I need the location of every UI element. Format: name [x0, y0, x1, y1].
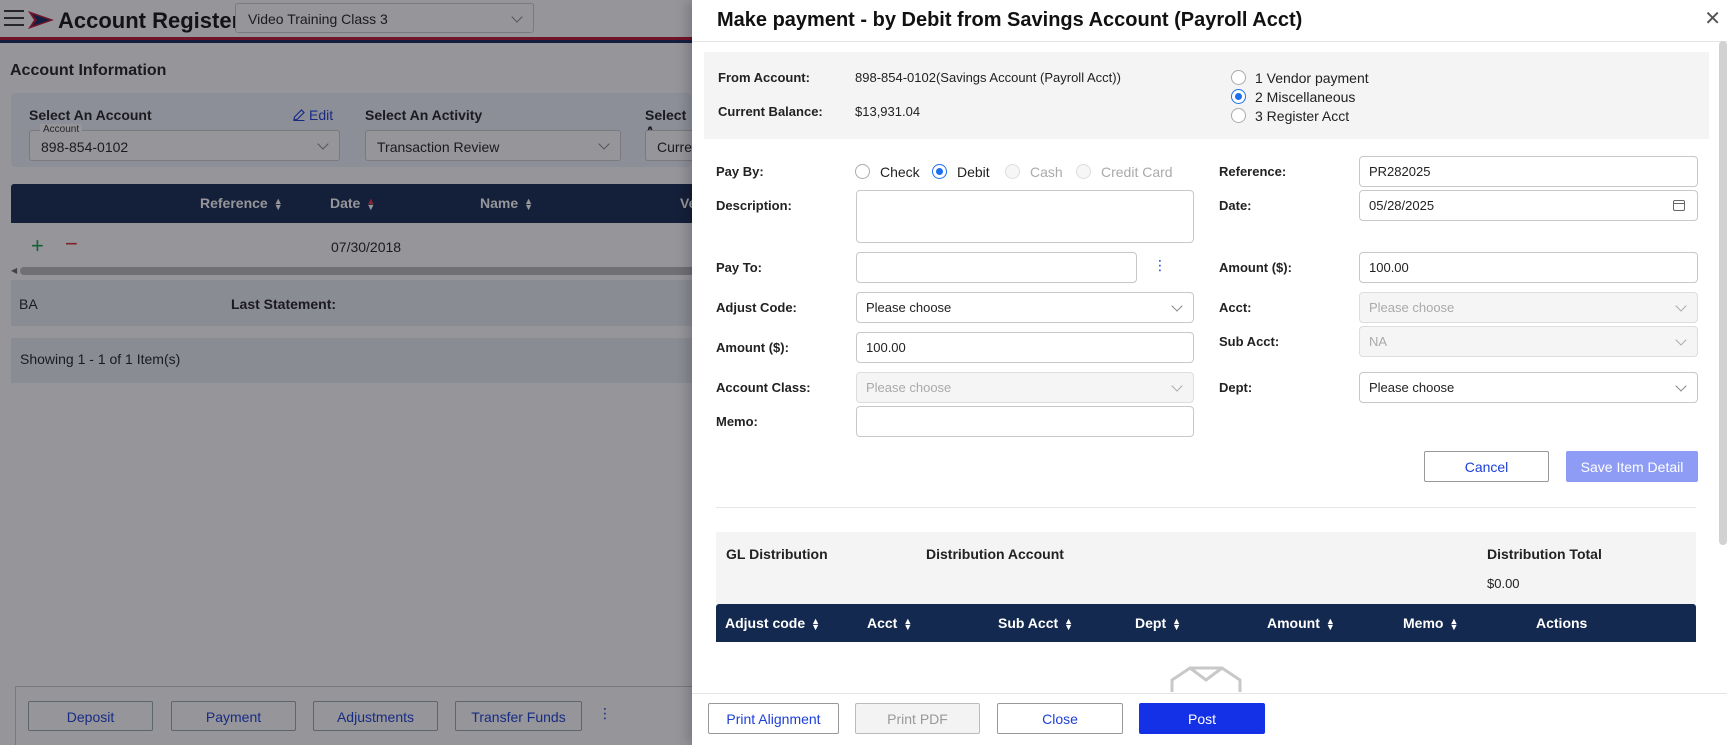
chevron-down-icon — [1171, 300, 1183, 312]
description-input[interactable] — [856, 190, 1194, 243]
chevron-down-icon — [1675, 380, 1687, 392]
pay-to-options-icon[interactable]: ⋮ — [1153, 257, 1167, 274]
gl-distribution-panel: GL Distribution Distribution Account Dis… — [716, 532, 1696, 604]
modal-title: Make payment - by Debit from Savings Acc… — [717, 9, 1303, 31]
amount-right-label: Amount ($): — [1219, 260, 1292, 275]
title-divider — [692, 41, 1727, 42]
empty-data-icon — [1170, 666, 1242, 692]
acct-select[interactable]: Please choose — [1359, 292, 1698, 323]
adjust-code-value: Please choose — [866, 300, 952, 315]
vendor-payment-radio[interactable] — [1231, 70, 1246, 85]
register-acct-radio[interactable] — [1231, 108, 1246, 123]
gl-distribution-label: GL Distribution — [726, 546, 828, 562]
reference-label: Reference: — [1219, 164, 1287, 179]
sort-icon: ▲ ▼ — [1449, 616, 1459, 633]
cancel-button[interactable]: Cancel — [1424, 451, 1549, 482]
gl-column-label: Dept — [1135, 615, 1167, 631]
gl-table-header: Adjust code ▲ ▼ Acct ▲ ▼ Sub Acct ▲ ▼ Dept ▲ ▼ A… — [716, 604, 1696, 642]
section-divider — [716, 507, 1696, 508]
distribution-total-label: Distribution Total — [1487, 546, 1602, 562]
gl-column-sub-acct[interactable]: Sub Acct ▲ ▼ — [998, 615, 1074, 633]
acct-label: Acct: — [1219, 300, 1252, 315]
pay-by-credit-card-radio[interactable] — [1076, 164, 1091, 179]
sub-acct-value: NA — [1369, 334, 1388, 349]
memo-input[interactable] — [856, 406, 1194, 437]
memo-label: Memo: — [716, 414, 758, 429]
amount-right-input[interactable]: 100.00 — [1359, 252, 1698, 283]
dept-value: Please choose — [1369, 380, 1455, 395]
sort-icon: ▲ ▼ — [903, 616, 913, 633]
vertical-scrollbar[interactable] — [1719, 41, 1727, 545]
gl-column-dept[interactable]: Dept ▲ ▼ — [1135, 615, 1182, 633]
pay-by-cash-label: Cash — [1030, 164, 1063, 180]
pay-to-label: Pay To: — [716, 260, 762, 275]
gl-column-adjust-code[interactable]: Adjust code ▲ ▼ — [725, 615, 821, 633]
account-class-value: Please choose — [866, 380, 952, 395]
close-button[interactable]: Close — [997, 703, 1123, 734]
gl-column-memo[interactable]: Memo ▲ ▼ — [1403, 615, 1459, 633]
gl-column-label: Adjust code — [725, 615, 806, 631]
sub-acct-label: Sub Acct: — [1219, 334, 1280, 349]
current-balance-value: $13,931.04 — [855, 104, 921, 119]
current-balance-label: Current Balance: — [718, 104, 823, 119]
pay-by-debit-radio[interactable] — [932, 164, 947, 179]
dept-select[interactable]: Please choose — [1359, 372, 1698, 403]
account-class-label: Account Class: — [716, 380, 811, 395]
date-label: Date: — [1219, 198, 1252, 213]
calendar-icon[interactable] — [1673, 200, 1685, 211]
gl-column-label: Acct — [867, 615, 898, 631]
chevron-down-icon — [1675, 300, 1687, 312]
adjust-code-label: Adjust Code: — [716, 300, 797, 315]
miscellaneous-radio[interactable] — [1231, 89, 1246, 104]
pay-to-input[interactable] — [856, 252, 1137, 283]
sort-icon: ▲ ▼ — [1172, 616, 1182, 633]
dept-label: Dept: — [1219, 380, 1253, 395]
chevron-down-icon — [1171, 380, 1183, 392]
pay-by-cash-radio[interactable] — [1005, 164, 1020, 179]
description-label: Description: — [716, 198, 792, 213]
sort-icon: ▲ ▼ — [811, 616, 821, 633]
distribution-account-label: Distribution Account — [926, 546, 1064, 562]
sort-icon: ▲ ▼ — [1325, 616, 1335, 633]
make-payment-drawer: Make payment - by Debit from Savings Acc… — [692, 0, 1727, 745]
adjust-code-select[interactable]: Please choose — [856, 292, 1194, 323]
close-icon[interactable]: ✕ — [1704, 6, 1721, 31]
from-account-panel: From Account: 898-854-0102(Savings Accou… — [704, 52, 1709, 139]
post-button[interactable]: Post — [1139, 703, 1265, 734]
amount-input[interactable]: 100.00 — [856, 332, 1194, 363]
gl-column-acct[interactable]: Acct ▲ ▼ — [867, 615, 913, 633]
date-input[interactable]: 05/28/2025 — [1359, 190, 1698, 221]
amount-label: Amount ($): — [716, 340, 789, 355]
pay-by-label: Pay By: — [716, 164, 764, 179]
modal-footer: Print Alignment Print PDF Close Post — [692, 693, 1727, 745]
vendor-payment-label: 1 Vendor payment — [1255, 70, 1369, 86]
modal-backdrop[interactable] — [0, 0, 692, 745]
chevron-down-icon — [1675, 334, 1687, 346]
pay-by-credit-card-label: Credit Card — [1101, 164, 1173, 180]
sort-icon: ▲ ▼ — [1064, 616, 1074, 633]
pay-by-check-label: Check — [880, 164, 920, 180]
gl-column-label: Amount — [1267, 615, 1320, 631]
date-value: 05/28/2025 — [1369, 198, 1435, 213]
from-account-label: From Account: — [718, 70, 810, 85]
from-account-value: 898-854-0102(Savings Account (Payroll Ac… — [855, 70, 1121, 85]
reference-input[interactable]: PR282025 — [1359, 156, 1698, 187]
save-item-detail-button[interactable]: Save Item Detail — [1566, 451, 1698, 482]
register-acct-label: 3 Register Acct — [1255, 108, 1350, 124]
gl-column-actions: Actions — [1536, 615, 1587, 631]
pay-by-check-radio[interactable] — [855, 164, 870, 179]
print-alignment-button[interactable]: Print Alignment — [708, 703, 839, 734]
gl-column-label: Sub Acct — [998, 615, 1059, 631]
miscellaneous-label: 2 Miscellaneous — [1255, 89, 1356, 105]
sub-acct-select[interactable]: NA — [1359, 326, 1698, 357]
gl-column-label: Actions — [1536, 615, 1588, 631]
account-class-select[interactable]: Please choose — [856, 372, 1194, 403]
gl-column-amount[interactable]: Amount ▲ ▼ — [1267, 615, 1335, 633]
acct-value: Please choose — [1369, 300, 1455, 315]
pay-by-debit-label: Debit — [957, 164, 990, 180]
gl-column-label: Memo — [1403, 615, 1444, 631]
print-pdf-button[interactable]: Print PDF — [855, 703, 980, 734]
distribution-total-value: $0.00 — [1487, 576, 1520, 591]
